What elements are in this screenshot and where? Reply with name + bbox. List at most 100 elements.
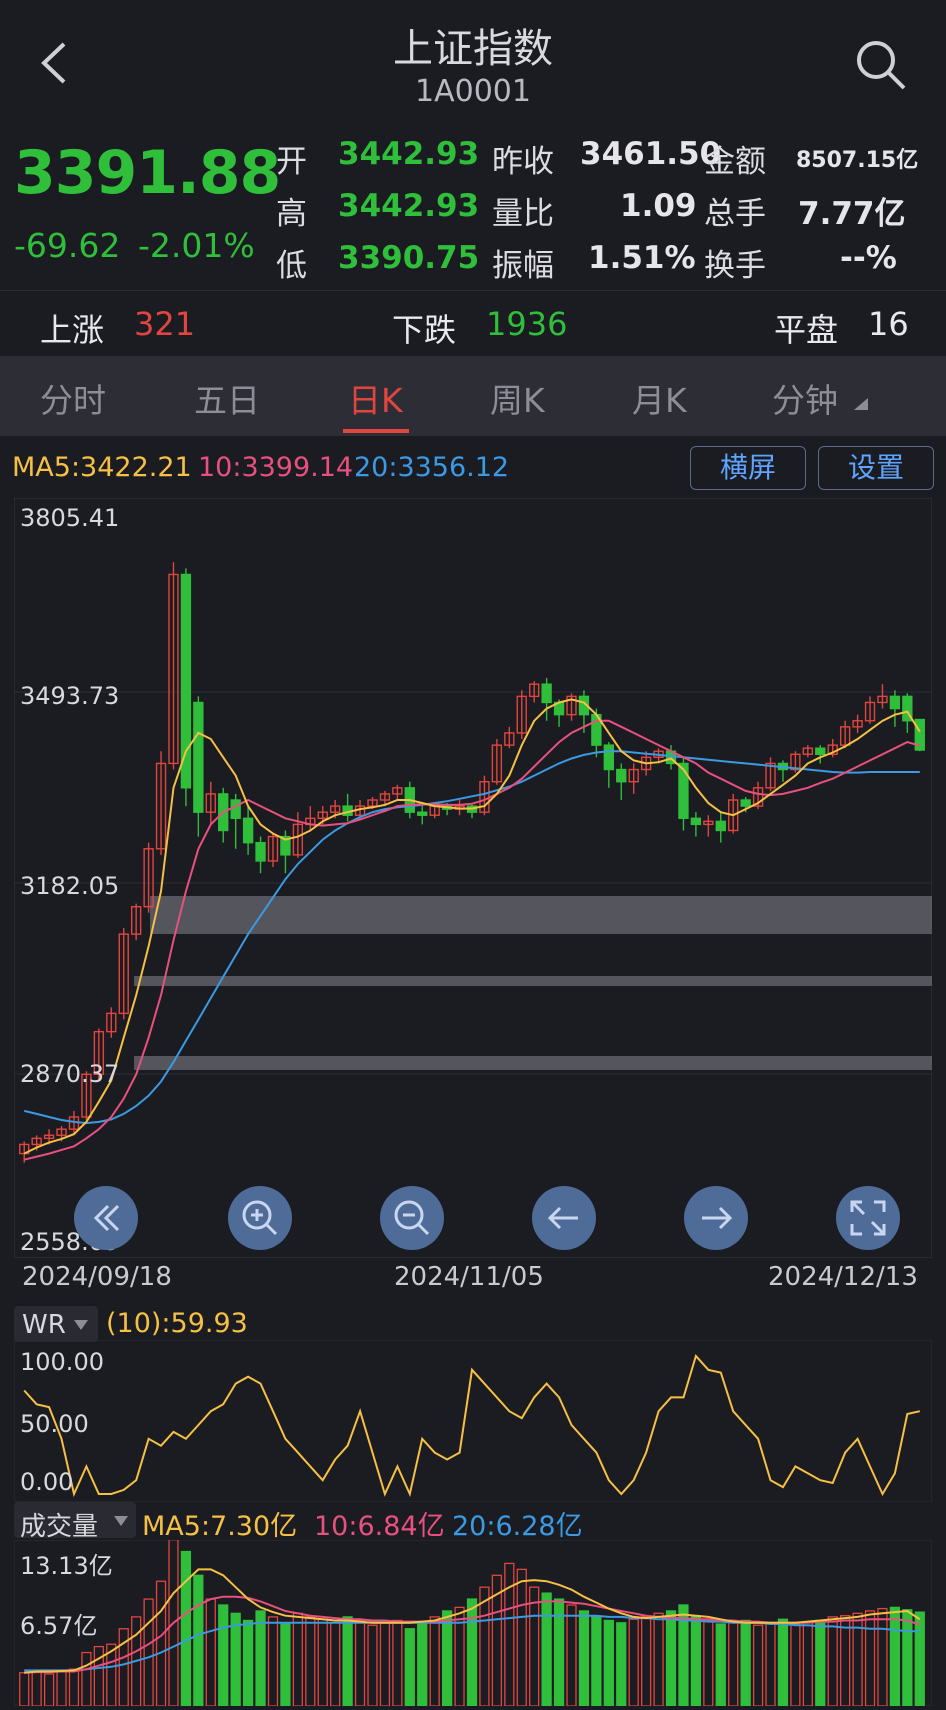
volume-bar bbox=[404, 1628, 415, 1706]
scroll-right-button[interactable] bbox=[684, 1186, 748, 1250]
up-count: 321 bbox=[134, 305, 196, 343]
scroll-left-button[interactable] bbox=[532, 1186, 596, 1250]
volume-bar bbox=[479, 1586, 490, 1706]
chevron-down-icon bbox=[74, 1320, 88, 1330]
volume-bar bbox=[765, 1622, 776, 1706]
volume-bar bbox=[417, 1622, 428, 1706]
high-value: 3442.93 bbox=[338, 188, 480, 224]
zoom-out-icon bbox=[394, 1200, 430, 1236]
zoom-out-button[interactable] bbox=[380, 1186, 444, 1250]
stock-code: 1A0001 bbox=[415, 74, 531, 109]
volume-bar bbox=[392, 1619, 403, 1706]
wr-tick-100: 100.00 bbox=[20, 1348, 104, 1376]
candle-body bbox=[230, 799, 241, 819]
wr-line bbox=[23, 1354, 921, 1498]
active-tab-indicator bbox=[343, 429, 409, 433]
volume-bar bbox=[155, 1580, 167, 1706]
volume-bar bbox=[777, 1618, 789, 1706]
candle-body bbox=[715, 820, 726, 832]
volume-bar bbox=[914, 1611, 925, 1706]
fullscreen-button[interactable] bbox=[836, 1186, 900, 1250]
total-hands-label: 总手 bbox=[704, 196, 766, 232]
zoom-in-button[interactable] bbox=[228, 1186, 292, 1250]
ma5-legend: MA5:3422.21 bbox=[12, 452, 192, 483]
volume-bar bbox=[367, 1624, 378, 1706]
rewind-fast-button[interactable] bbox=[74, 1186, 138, 1250]
tab-monthly-k[interactable]: 月K bbox=[632, 374, 687, 422]
volume-bar bbox=[441, 1610, 453, 1706]
tab-minute[interactable]: 分钟 bbox=[772, 374, 838, 422]
volume-bar bbox=[143, 1598, 154, 1706]
landscape-button[interactable]: 横屏 bbox=[690, 446, 806, 490]
volume-bar bbox=[529, 1586, 540, 1706]
period-tabs: 分时 五日 日K 周K 月K 分钟 bbox=[0, 356, 946, 436]
support-zone-3 bbox=[134, 1056, 932, 1070]
volume-bar bbox=[864, 1610, 876, 1706]
volume-bar bbox=[56, 1669, 67, 1706]
vol-tick-2: 6.57亿 bbox=[20, 1612, 98, 1640]
volume-bar bbox=[342, 1616, 353, 1706]
tab-weekly-k[interactable]: 周K bbox=[490, 374, 545, 422]
settings-button[interactable]: 设置 bbox=[818, 446, 934, 490]
volume-bar bbox=[19, 1672, 30, 1706]
double-chevron-left-icon bbox=[93, 1204, 120, 1232]
candle-body bbox=[815, 747, 826, 755]
chevron-down-icon bbox=[114, 1516, 128, 1526]
tab-five-day[interactable]: 五日 bbox=[194, 374, 260, 422]
volume-selector[interactable]: 成交量 bbox=[14, 1502, 136, 1542]
volume-chart[interactable] bbox=[14, 1540, 932, 1706]
volume-bar bbox=[889, 1606, 901, 1706]
support-zone-2 bbox=[134, 976, 932, 986]
wr-selector[interactable]: WR bbox=[14, 1306, 98, 1342]
volume-bar bbox=[43, 1673, 55, 1706]
arrow-right-icon bbox=[702, 1206, 733, 1230]
page-title: 上证指数 bbox=[393, 26, 553, 72]
volume-bar bbox=[591, 1616, 602, 1706]
volume-bar bbox=[267, 1616, 279, 1706]
candle-body bbox=[541, 683, 552, 704]
wr-chart[interactable] bbox=[14, 1340, 932, 1502]
vol-tick-1: 13.13亿 bbox=[20, 1552, 113, 1580]
amplitude-value: 1.51% bbox=[588, 240, 696, 276]
turnover-value: --% bbox=[840, 240, 897, 276]
volume-bar bbox=[379, 1622, 391, 1706]
volume-bar bbox=[628, 1618, 639, 1706]
candle-body bbox=[255, 841, 266, 862]
support-zone-1 bbox=[150, 896, 932, 934]
volume-bar bbox=[205, 1598, 216, 1706]
wr-label: WR bbox=[22, 1310, 66, 1340]
candle-body bbox=[678, 762, 689, 819]
ma20-legend: 20:3356.12 bbox=[354, 452, 510, 483]
candlestick-chart[interactable] bbox=[14, 498, 932, 1258]
amount-value: 8507.15亿 bbox=[796, 148, 919, 173]
down-count: 1936 bbox=[486, 305, 568, 343]
volume-bar bbox=[641, 1616, 652, 1706]
volume-bar bbox=[815, 1619, 826, 1706]
volume-bar bbox=[715, 1623, 726, 1706]
high-label: 高 bbox=[276, 196, 307, 232]
volume-bar bbox=[255, 1610, 266, 1706]
volume-bar bbox=[180, 1550, 192, 1706]
wr-tick-0: 0.00 bbox=[20, 1468, 74, 1496]
y-tick-2: 3493.73 bbox=[20, 682, 120, 710]
vol-ratio-label: 量比 bbox=[492, 196, 554, 232]
x-label-end: 2024/12/13 bbox=[768, 1262, 918, 1292]
volume-bar bbox=[603, 1619, 614, 1706]
volume-bar bbox=[516, 1568, 527, 1706]
search-icon[interactable] bbox=[854, 38, 908, 92]
volume-bar bbox=[566, 1604, 577, 1706]
volume-label: 成交量 bbox=[20, 1512, 99, 1542]
last-price: 3391.88 bbox=[14, 138, 281, 208]
volume-bar bbox=[752, 1624, 764, 1706]
tab-daily-k[interactable]: 日K bbox=[348, 374, 403, 422]
volume-bar bbox=[280, 1622, 291, 1706]
dropdown-triangle-icon[interactable] bbox=[854, 398, 868, 410]
turnover-label: 换手 bbox=[704, 248, 766, 284]
volume-bar bbox=[665, 1610, 677, 1706]
candle-body bbox=[417, 811, 428, 816]
candle-body bbox=[740, 799, 751, 807]
tab-intraday[interactable]: 分时 bbox=[40, 374, 106, 422]
candle-body bbox=[180, 573, 192, 789]
flat-label: 平盘 bbox=[774, 311, 839, 349]
candle-body bbox=[242, 817, 254, 844]
